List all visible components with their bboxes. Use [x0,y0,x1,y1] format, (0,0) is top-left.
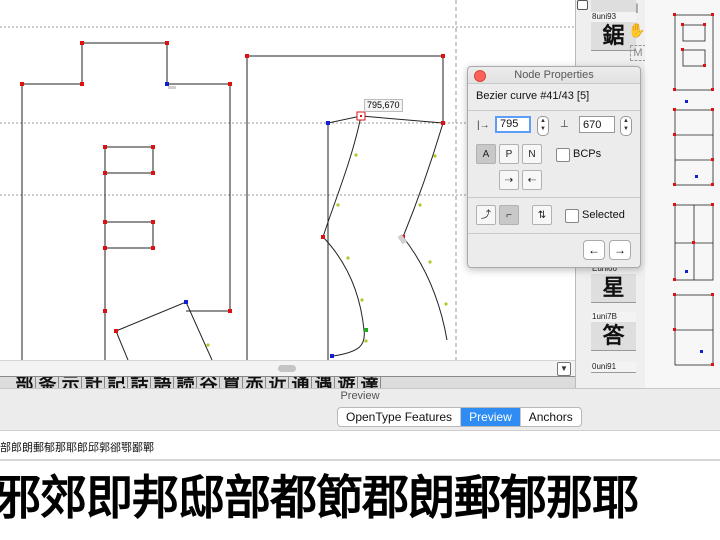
glyph-cell-char: 答 [591,322,636,350]
divider [468,233,640,234]
preview-header: Preview [0,388,720,403]
bcps-checkbox[interactable] [556,148,570,162]
tab-opentype-features[interactable]: OpenType Features [338,408,462,426]
canvas-horizontal-scrollbar[interactable]: ▼ [0,360,575,377]
glyph-cell-char: 星 [591,274,636,302]
right-component-top [327,115,444,360]
divider [0,459,720,461]
selected-checkbox[interactable] [565,209,579,223]
next-node-button[interactable]: → [609,240,631,260]
preview-tab-bar: OpenType Features Preview Anchors [0,402,720,431]
node-highlight [168,86,176,89]
right-component-curve-inner [402,122,448,341]
glyph-cell-label: 1uni7B [591,312,636,322]
y-coordinate-input[interactable]: 670 [579,116,615,133]
left-foot-edge [115,330,129,360]
node-properties-panel[interactable]: Node Properties Bezier curve #41/43 [5] … [467,66,641,268]
glyph-cell[interactable]: Euni66 星 [591,264,636,303]
previous-node-button[interactable]: ← [583,240,605,260]
off-curve-points [206,153,448,347]
preview-sample-text[interactable]: 部郎朗郵郁那耶郎邱郭郤鄂鄙鄲 [0,441,720,455]
preview-large-text: 邪郊即邦邸部都節郡朗郵郁那耶 [0,471,639,524]
tab-anchors[interactable]: Anchors [521,408,581,426]
curve-heading: Bezier curve #41/43 [5] [476,90,590,102]
node-type-auto-button[interactable]: A [476,144,496,164]
bcps-label: BCPs [573,148,602,160]
hand-icon[interactable]: ✋ [628,22,646,39]
x-stepper[interactable]: ▲ ▼ [537,116,549,136]
align-vertical-icon[interactable]: ⇠ [522,170,542,190]
left-counter-bottom [104,221,154,249]
close-icon[interactable] [474,70,486,82]
preview-segmented-control[interactable]: OpenType Features Preview Anchors [337,407,582,427]
node-type-smooth-button[interactable]: P [499,144,519,164]
curve-segment-icon[interactable]: ⤴ [476,205,496,225]
align-horizontal-icon[interactable]: ⇢ [499,170,519,190]
reverse-contour-icon[interactable]: ⇅ [532,205,552,225]
left-counter-top [104,146,154,174]
panel-toggle-button[interactable] [577,0,588,10]
node-type-corner-button[interactable]: N [522,144,542,164]
divider [468,110,640,111]
left-component-outline [21,42,231,360]
y-position-icon: ⊥ [560,119,569,130]
y-stepper[interactable]: ▲ ▼ [620,116,632,136]
scroll-down-button[interactable]: ▼ [557,362,571,376]
scrollbar-thumb[interactable] [278,365,296,372]
coordinate-tooltip: 795,670 [364,99,403,112]
selected-label: Selected [582,209,625,221]
panel-title: Node Properties [468,67,640,84]
right-component-curve-outer [322,115,365,357]
tab-preview[interactable]: Preview [461,408,521,426]
measure-icon[interactable]: M [630,45,646,61]
text-cursor-icon[interactable]: I [628,0,646,16]
right-component-box [246,55,444,360]
smooth-node [364,328,368,332]
thumbnail-drawings [673,13,714,366]
glyph-cell[interactable]: 1uni7B 答 [591,312,636,351]
divider [468,197,640,198]
on-curve-nodes [20,41,445,333]
x-coordinate-input[interactable]: 795 [495,116,531,133]
glyph-thumbnails [645,0,720,390]
glyph-cell[interactable]: 0uni91 [591,362,636,373]
glyph-cell-label: 0uni91 [591,362,636,372]
x-position-icon: |→ [477,120,490,131]
line-segment-icon[interactable]: ⌐ [499,205,519,225]
